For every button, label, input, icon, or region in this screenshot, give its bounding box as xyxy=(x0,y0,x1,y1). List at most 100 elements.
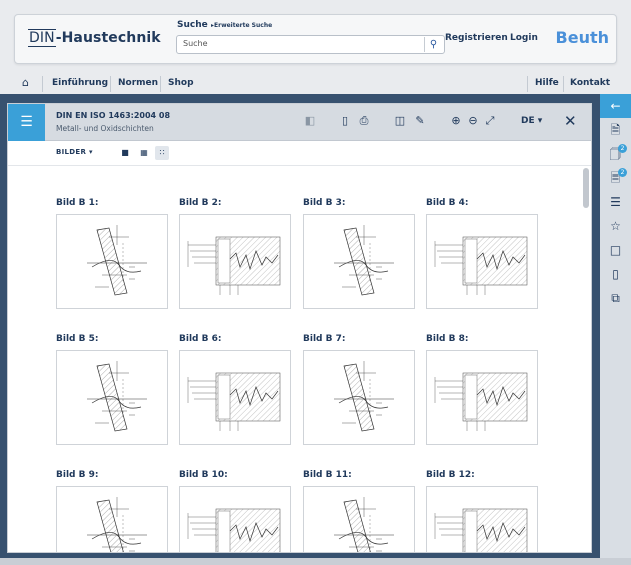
nav-divider xyxy=(160,76,161,92)
figure-card[interactable]: Bild B 4: xyxy=(426,198,538,309)
nav-item-normen[interactable]: Normen xyxy=(118,78,158,88)
search-field[interactable]: ⚲ xyxy=(176,35,445,54)
figure-thumbnail[interactable] xyxy=(426,350,538,445)
beuth-logo[interactable]: Beuth xyxy=(556,28,609,47)
back-arrow-icon[interactable]: ← xyxy=(600,94,631,118)
view-grid-small-icon[interactable]: ▦ xyxy=(137,146,151,160)
right-rail: ← 🗎 🗍 2 🗏 2 ☰ ☆ □ ▯ ⧉ xyxy=(600,94,631,565)
view-type-label: BILDER xyxy=(56,148,87,156)
bottom-strip xyxy=(0,558,631,565)
brand-bar: DIN-Haustechnik Suche Erweiterte Suche ⚲… xyxy=(14,14,617,64)
figure-thumbnail[interactable] xyxy=(56,486,168,552)
figure-thumbnail[interactable] xyxy=(303,214,415,309)
print-icon[interactable]: ⎙ xyxy=(356,114,372,128)
figure-card[interactable]: Bild B 1: xyxy=(56,198,168,309)
document-viewer: ☰ DIN EN ISO 1463:2004 08 Metall- und Ox… xyxy=(7,103,592,553)
figure-title: Bild B 2: xyxy=(179,198,222,208)
figure-title: Bild B 6: xyxy=(179,334,222,344)
nav-item-kontakt[interactable]: Kontakt xyxy=(570,78,610,88)
figure-card[interactable]: Bild B 3: xyxy=(303,198,415,309)
advanced-search-link[interactable]: Erweiterte Suche xyxy=(211,22,272,29)
compare-icon[interactable]: ◫ xyxy=(392,114,408,127)
fullscreen-icon[interactable]: ⤢ xyxy=(482,114,498,128)
logo[interactable]: DIN-Haustechnik xyxy=(28,29,161,47)
chevron-down-icon: ▾ xyxy=(88,148,93,156)
view-grid-large-icon[interactable]: ∷ xyxy=(155,146,169,160)
figure-title: Bild B 12: xyxy=(426,470,475,480)
figure-thumbnail[interactable] xyxy=(303,486,415,552)
document-subtitle: Metall- und Oxidschichten xyxy=(56,124,154,133)
table-of-contents-icon[interactable]: ☰ xyxy=(600,190,631,214)
figure-title: Bild B 5: xyxy=(56,334,99,344)
figure-card[interactable]: Bild B 11: xyxy=(303,470,415,552)
nav-divider xyxy=(42,76,43,92)
badge: 2 xyxy=(618,144,627,153)
login-link[interactable]: Login xyxy=(510,33,538,43)
nav-item-hilfe[interactable]: Hilfe xyxy=(535,78,559,88)
figure-title: Bild B 7: xyxy=(303,334,346,344)
zoom-in-icon[interactable]: ⊕ xyxy=(448,114,464,127)
figure-thumbnail[interactable] xyxy=(56,350,168,445)
copy-icon[interactable]: ⧉ xyxy=(600,286,631,310)
menu-list-icon[interactable]: ☰ xyxy=(8,104,45,141)
view-options: BILDER ▾ ■ ▦ ∷ xyxy=(8,141,591,166)
figure-title: Bild B 8: xyxy=(426,334,469,344)
nav-divider xyxy=(563,76,564,92)
figure-title: Bild B 4: xyxy=(426,198,469,208)
scrollbar[interactable] xyxy=(583,168,589,208)
figure-card[interactable]: Bild B 12: xyxy=(426,470,538,552)
zoom-out-icon[interactable]: ⊖ xyxy=(465,114,481,127)
main-nav: ⌂ Einführung Normen Shop Hilfe Kontakt xyxy=(14,74,617,94)
site-header: DIN-Haustechnik Suche Erweiterte Suche ⚲… xyxy=(0,0,631,98)
bookmark-list-icon[interactable]: ▯ xyxy=(600,262,631,286)
figure-title: Bild B 10: xyxy=(179,470,228,480)
figure-grid: Bild B 1: Bild B 2: Bild B 3: Bild B 4: Bild… xyxy=(8,166,591,552)
figure-thumbnail[interactable] xyxy=(426,486,538,552)
bookmark-icon[interactable]: ▯ xyxy=(337,114,353,127)
nav-divider xyxy=(110,76,111,92)
figure-thumbnail[interactable] xyxy=(56,214,168,309)
star-icon[interactable]: ☆ xyxy=(600,214,631,238)
language-select[interactable]: DE ▾ xyxy=(521,116,542,126)
register-link[interactable]: Registrieren xyxy=(445,33,508,43)
search-title: Suche xyxy=(177,20,208,30)
document-history-icon[interactable]: 🗏 2 xyxy=(600,166,631,190)
figure-title: Bild B 1: xyxy=(56,198,99,208)
viewer-toolbar: ☰ DIN EN ISO 1463:2004 08 Metall- und Ox… xyxy=(8,104,591,141)
sidebar-toggle-icon[interactable]: ◧ xyxy=(302,114,318,127)
annotate-pen-icon[interactable]: ✎ xyxy=(412,114,428,127)
nav-item-einfuehrung[interactable]: Einführung xyxy=(52,78,108,88)
comment-icon[interactable]: □ xyxy=(600,238,631,262)
document-icon[interactable]: 🗎 xyxy=(600,118,631,142)
figure-thumbnail[interactable] xyxy=(179,486,291,552)
figure-thumbnail[interactable] xyxy=(303,350,415,445)
nav-item-shop[interactable]: Shop xyxy=(168,78,194,88)
figure-card[interactable]: Bild B 6: xyxy=(179,334,291,445)
home-icon[interactable]: ⌂ xyxy=(22,76,29,89)
figure-thumbnail[interactable] xyxy=(179,350,291,445)
figure-card[interactable]: Bild B 5: xyxy=(56,334,168,445)
figure-card[interactable]: Bild B 9: xyxy=(56,470,168,552)
figure-card[interactable]: Bild B 2: xyxy=(179,198,291,309)
view-type-dropdown[interactable]: BILDER ▾ xyxy=(56,148,93,156)
chevron-down-icon: ▾ xyxy=(537,116,543,126)
search-icon[interactable]: ⚲ xyxy=(424,37,442,52)
language-value: DE xyxy=(521,116,535,126)
logo-text: -Haustechnik xyxy=(55,30,161,46)
figure-card[interactable]: Bild B 7: xyxy=(303,334,415,445)
document-id: DIN EN ISO 1463:2004 08 xyxy=(56,111,171,120)
logo-din: DIN xyxy=(28,29,56,47)
figure-card[interactable]: Bild B 10: xyxy=(179,470,291,552)
search-input[interactable] xyxy=(183,39,413,48)
figure-title: Bild B 11: xyxy=(303,470,352,480)
badge: 2 xyxy=(618,168,627,177)
close-icon[interactable]: ✕ xyxy=(564,112,577,130)
view-single-icon[interactable]: ■ xyxy=(118,146,132,160)
figure-title: Bild B 3: xyxy=(303,198,346,208)
figure-card[interactable]: Bild B 8: xyxy=(426,334,538,445)
figure-thumbnail[interactable] xyxy=(179,214,291,309)
figure-title: Bild B 9: xyxy=(56,470,99,480)
nav-divider xyxy=(527,76,528,92)
figure-thumbnail[interactable] xyxy=(426,214,538,309)
document-compare-icon[interactable]: 🗍 2 xyxy=(600,142,631,166)
